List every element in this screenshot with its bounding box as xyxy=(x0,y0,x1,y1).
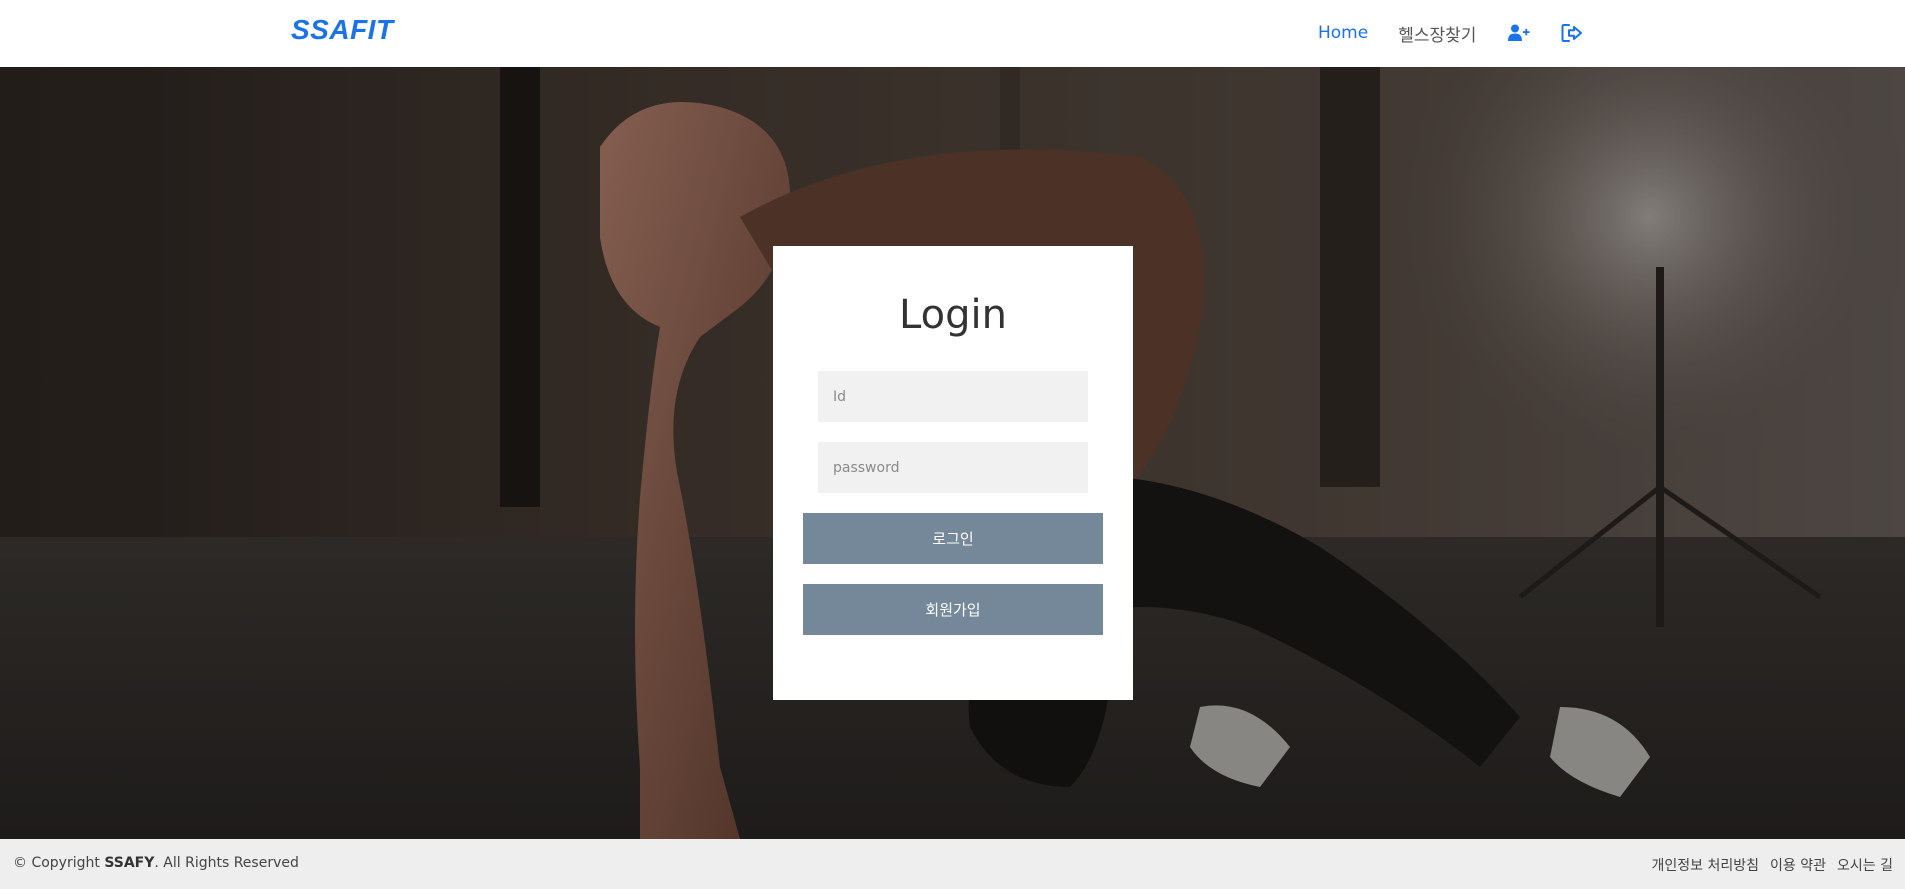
main-nav: Home 헬스장찾기 xyxy=(1318,18,1612,48)
page-footer: © Copyright SSAFY. All Rights Reserved 개… xyxy=(0,839,1905,889)
copyright-prefix: © Copyright xyxy=(13,855,105,871)
copyright-suffix: . All Rights Reserved xyxy=(154,855,299,871)
directions-link[interactable]: 오시는 길 xyxy=(1837,855,1893,875)
sign-out-icon[interactable] xyxy=(1559,20,1585,46)
user-plus-icon[interactable] xyxy=(1506,20,1532,46)
footer-links: 개인정보 처리방침 이용 약관 오시는 길 xyxy=(1652,855,1893,875)
login-card: Login 로그인 회원가입 xyxy=(773,246,1133,700)
top-navbar: SSAFIT Home 헬스장찾기 xyxy=(0,0,1905,67)
privacy-policy-link[interactable]: 개인정보 처리방침 xyxy=(1652,855,1760,875)
copyright-text: © Copyright SSAFY. All Rights Reserved xyxy=(13,855,299,871)
login-button[interactable]: 로그인 xyxy=(803,513,1103,564)
id-input[interactable] xyxy=(818,371,1088,422)
nav-home-link[interactable]: Home xyxy=(1318,23,1368,43)
brand-logo[interactable]: SSAFIT xyxy=(291,14,394,46)
terms-link[interactable]: 이용 약관 xyxy=(1770,855,1826,875)
signup-button[interactable]: 회원가입 xyxy=(803,584,1103,635)
copyright-brand: SSAFY xyxy=(104,855,155,871)
login-title: Login xyxy=(899,292,1007,338)
nav-find-gym-link[interactable]: 헬스장찾기 xyxy=(1398,21,1476,46)
hero-background: Login 로그인 회원가입 xyxy=(0,67,1905,839)
password-input[interactable] xyxy=(818,442,1088,493)
